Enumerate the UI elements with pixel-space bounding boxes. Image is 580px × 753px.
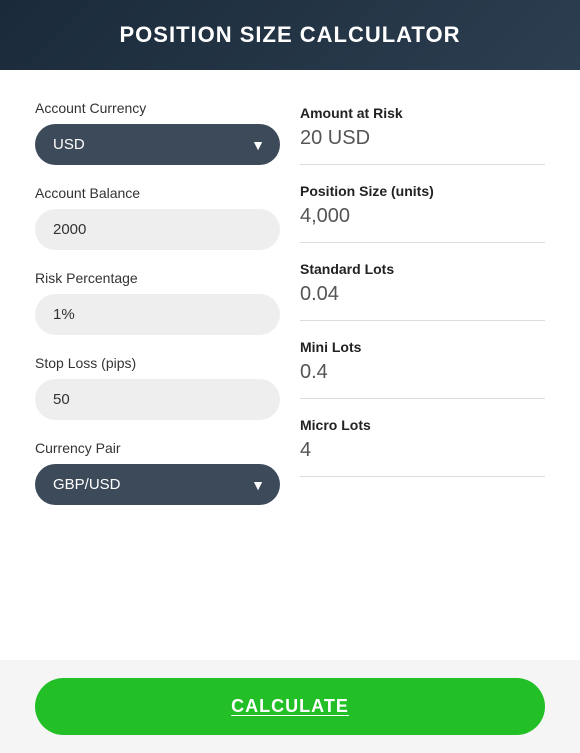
mini-lots-label: Mini Lots — [300, 339, 545, 355]
stop-loss-label: Stop Loss (pips) — [35, 355, 280, 371]
account-currency-group: Account Currency USD EUR GBP JPY AUD ▼ — [35, 100, 280, 165]
position-size-value: 4,000 — [300, 205, 545, 228]
standard-lots-label: Standard Lots — [300, 261, 545, 277]
micro-lots-label: Micro Lots — [300, 417, 545, 433]
currency-pair-group: Currency Pair GBP/USD EUR/USD USD/JPY AU… — [35, 440, 280, 505]
page-title: POSITION SIZE CALCULATOR — [20, 22, 560, 48]
risk-percentage-group: Risk Percentage — [35, 270, 280, 335]
currency-pair-label: Currency Pair — [35, 440, 280, 456]
micro-lots-value: 4 — [300, 439, 545, 462]
risk-percentage-input[interactable] — [35, 294, 280, 335]
currency-pair-select-wrapper: GBP/USD EUR/USD USD/JPY AUD/USD USD/CHF … — [35, 464, 280, 505]
mini-lots-item: Mini Lots 0.4 — [300, 339, 545, 399]
micro-lots-item: Micro Lots 4 — [300, 417, 545, 477]
risk-percentage-label: Risk Percentage — [35, 270, 280, 286]
standard-lots-item: Standard Lots 0.04 — [300, 261, 545, 321]
account-currency-select[interactable]: USD EUR GBP JPY AUD — [35, 124, 280, 165]
mini-lots-value: 0.4 — [300, 361, 545, 384]
account-currency-select-wrapper: USD EUR GBP JPY AUD ▼ — [35, 124, 280, 165]
stop-loss-input[interactable] — [35, 379, 280, 420]
main-content: Account Currency USD EUR GBP JPY AUD ▼ A… — [0, 70, 580, 660]
account-balance-label: Account Balance — [35, 185, 280, 201]
calculate-bar: CALCULATE — [0, 660, 580, 753]
calculate-button[interactable]: CALCULATE — [35, 678, 545, 735]
left-panel: Account Currency USD EUR GBP JPY AUD ▼ A… — [35, 100, 280, 630]
account-balance-input[interactable] — [35, 209, 280, 250]
amount-at-risk-value: 20 USD — [300, 127, 545, 150]
stop-loss-group: Stop Loss (pips) — [35, 355, 280, 420]
position-size-item: Position Size (units) 4,000 — [300, 183, 545, 243]
app-header: POSITION SIZE CALCULATOR — [0, 0, 580, 70]
account-balance-group: Account Balance — [35, 185, 280, 250]
position-size-label: Position Size (units) — [300, 183, 545, 199]
currency-pair-select[interactable]: GBP/USD EUR/USD USD/JPY AUD/USD USD/CHF — [35, 464, 280, 505]
amount-at-risk-label: Amount at Risk — [300, 105, 545, 121]
account-currency-label: Account Currency — [35, 100, 280, 116]
amount-at-risk-item: Amount at Risk 20 USD — [300, 105, 545, 165]
standard-lots-value: 0.04 — [300, 283, 545, 306]
right-panel: Amount at Risk 20 USD Position Size (uni… — [300, 100, 545, 630]
